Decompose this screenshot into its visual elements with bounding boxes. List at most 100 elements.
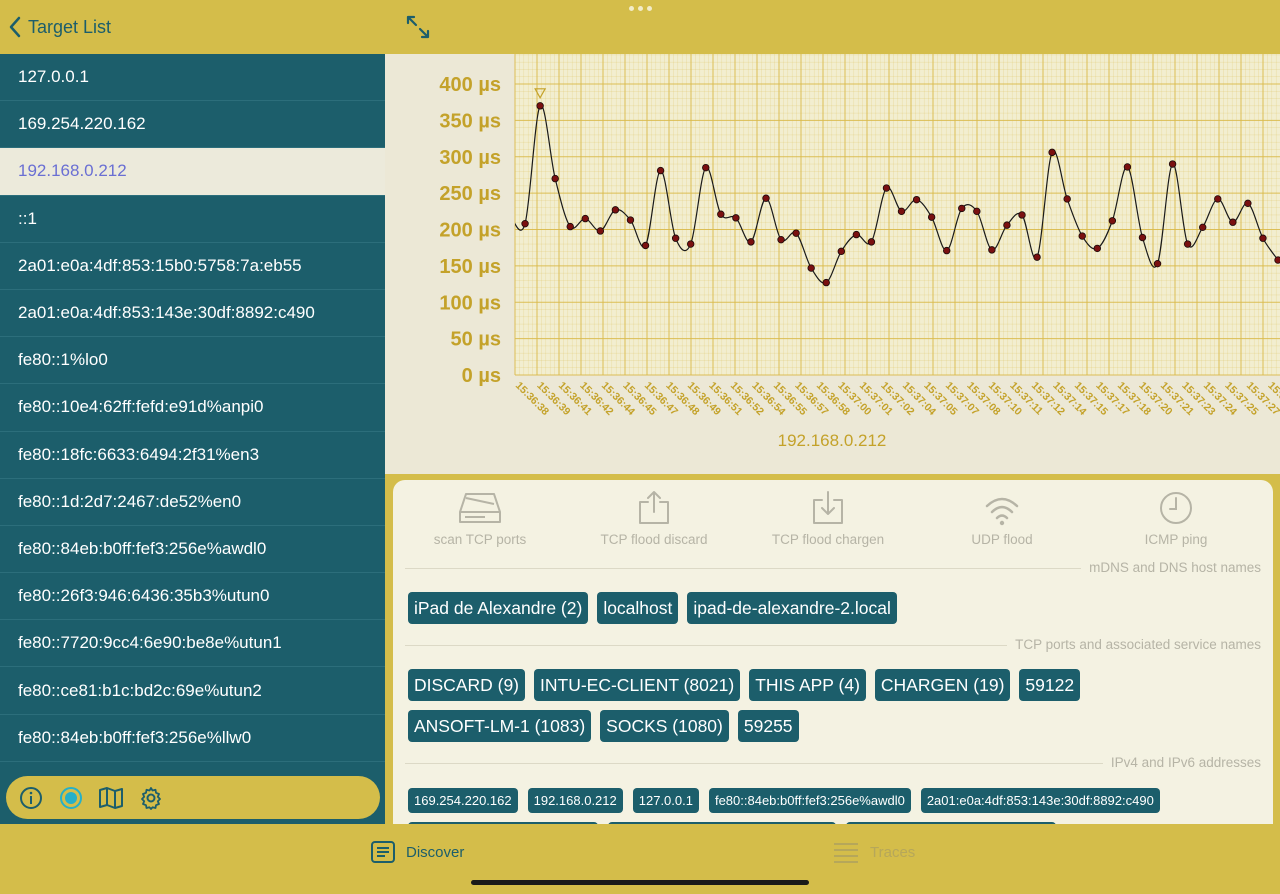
- target-item[interactable]: 127.0.0.1: [0, 54, 385, 102]
- main-header: [385, 0, 1280, 54]
- section-title-tcp: TCP ports and associated service names: [1007, 637, 1261, 652]
- chip[interactable]: fe80::84eb:b0ff:fef3:256e%awdl0: [708, 788, 911, 813]
- data-point: [1033, 253, 1041, 261]
- target-item[interactable]: fe80::1d:2d7:2467:de52%en0: [0, 479, 385, 526]
- data-point: [626, 216, 635, 224]
- data-point: [943, 246, 951, 255]
- data-point: [1048, 148, 1056, 157]
- tab-traces[interactable]: Traces: [832, 840, 915, 864]
- chip[interactable]: 59122: [1019, 669, 1081, 701]
- data-point: [702, 163, 710, 172]
- data-point: [1093, 244, 1101, 253]
- y-tick-label: 400 µs: [439, 74, 501, 96]
- data-point: [958, 204, 966, 213]
- data-point: [566, 222, 574, 231]
- record-icon[interactable]: [58, 785, 84, 811]
- target-item[interactable]: fe80::ce81:b1c:bd2c:69e%utun2: [0, 667, 385, 715]
- data-point: [1259, 234, 1267, 242]
- section-title-dns: mDNS and DNS host names: [1081, 560, 1261, 575]
- target-item[interactable]: fe80::84eb:b0ff:fef3:256e%llw0: [0, 715, 385, 762]
- tcp-flood-chargen-button[interactable]: TCP flood chargen: [741, 488, 915, 548]
- data-point: [988, 246, 996, 254]
- data-point: [596, 227, 605, 235]
- y-tick-label: 300 µs: [439, 147, 501, 169]
- data-point: [641, 241, 650, 250]
- target-item[interactable]: ::1: [0, 196, 385, 243]
- detail-panel: scan TCP ports TCP flood discard TCP flo…: [393, 480, 1273, 824]
- sidebar: 127.0.0.1 169.254.220.162 192.168.0.212::1…: [0, 0, 385, 824]
- scan-tcp-ports-button[interactable]: scan TCP ports: [393, 488, 567, 548]
- discover-icon: [371, 841, 395, 863]
- y-tick-label: 150 µs: [439, 256, 501, 278]
- target-item[interactable]: 2a01:e0a:4df:853:143e:30df:8892:c490: [0, 290, 385, 338]
- clock-icon: [1158, 488, 1194, 526]
- data-point: [973, 207, 981, 216]
- target-item[interactable]: fe80::7720:9cc4:6e90:be8e%utun1: [0, 620, 385, 668]
- chip[interactable]: localhost: [597, 592, 679, 624]
- chip[interactable]: DISCARD (9): [408, 669, 526, 701]
- tcp-flood-discard-button[interactable]: TCP flood discard: [567, 488, 741, 548]
- y-tick-label: 100 µs: [439, 292, 501, 314]
- info-icon[interactable]: [18, 785, 44, 811]
- sidebar-header: Target List: [0, 0, 385, 54]
- action-label: TCP flood chargen: [771, 532, 885, 547]
- action-row: scan TCP ports TCP flood discard TCP flo…: [393, 488, 1273, 548]
- data-point: [1123, 163, 1132, 171]
- data-point: [687, 240, 695, 248]
- map-icon[interactable]: [98, 785, 124, 811]
- data-point: [882, 184, 891, 192]
- download-tray-icon: [810, 488, 846, 526]
- x-axis-title: 192.168.0.212: [778, 431, 887, 450]
- chip[interactable]: 127.0.0.1: [632, 788, 699, 813]
- data-point: [521, 219, 529, 228]
- tab-discover[interactable]: Discover: [370, 840, 464, 864]
- sidebar-toolbar: [6, 776, 380, 819]
- target-item[interactable]: 169.254.220.162: [0, 101, 385, 149]
- data-point: [671, 234, 680, 242]
- chip[interactable]: 192.168.0.212: [527, 788, 623, 813]
- target-item[interactable]: fe80::10e4:62ff:fefd:e91d%anpi0: [0, 384, 385, 432]
- target-item[interactable]: fe80::18fc:6633:6494:2f31%en3: [0, 432, 385, 479]
- chip[interactable]: 59255: [737, 710, 799, 742]
- action-label: ICMP ping: [1144, 532, 1208, 547]
- expand-icon[interactable]: [405, 14, 431, 40]
- chip[interactable]: iPad de Alexandre (2): [408, 592, 589, 624]
- chip[interactable]: 169.254.220.162: [408, 788, 518, 813]
- udp-flood-button[interactable]: UDP flood: [915, 488, 1089, 548]
- chip[interactable]: ANSOFT-LM-1 (1083): [408, 710, 592, 742]
- more-options-icon[interactable]: [629, 6, 653, 16]
- chip[interactable]: CHARGEN (19): [874, 669, 1011, 701]
- wifi-icon: [984, 488, 1020, 526]
- chip[interactable]: SOCKS (1080): [600, 710, 729, 742]
- tcp-ports-row: DISCARD (9) INTU-EC-CLIENT (8021) THIS APP…: [408, 669, 1081, 701]
- tab-label: Traces: [870, 843, 916, 861]
- target-item[interactable]: 2a01:e0a:4df:853:15b0:5758:7a:eb55: [0, 243, 385, 290]
- chip[interactable]: ipad-de-alexandre-2.local: [687, 592, 897, 624]
- data-point: [1063, 195, 1071, 203]
- y-tick-label: 50 µs: [451, 329, 501, 351]
- ip-addresses-row: 169.254.220.162 192.168.0.212 127.0.0.1 fe8…: [408, 788, 1160, 813]
- data-point: [822, 278, 830, 287]
- target-item[interactable]: fe80::84eb:b0ff:fef3:256e%awdl0: [0, 526, 385, 574]
- data-point: [1244, 199, 1252, 208]
- chip[interactable]: 2a01:e0a:4df:853:143e:30df:8892:c490: [920, 788, 1160, 813]
- data-point: [1168, 160, 1177, 168]
- action-label: TCP flood discard: [600, 532, 708, 547]
- data-point: [897, 207, 906, 216]
- data-point: [656, 166, 665, 175]
- icmp-ping-button[interactable]: ICMP ping: [1089, 488, 1263, 548]
- target-item[interactable]: 192.168.0.212: [0, 148, 385, 196]
- chip[interactable]: INTU-EC-CLIENT (8021): [534, 669, 741, 701]
- chip[interactable]: THIS APP (4): [749, 669, 866, 701]
- dns-names-row: iPad de Alexandre (2) localhost ipad-de-al…: [408, 592, 897, 624]
- back-button[interactable]: Target List: [0, 16, 111, 38]
- y-tick-label: 350 µs: [439, 110, 501, 132]
- data-point: [747, 238, 755, 246]
- gear-icon[interactable]: [138, 785, 164, 811]
- data-point: [777, 235, 785, 244]
- latency-chart: 0 µs 50 µs 100 µs 150 µs 200 µs 250 µs 300 µs 3…: [385, 54, 1280, 474]
- target-item[interactable]: fe80::26f3:946:6436:35b3%utun0: [0, 573, 385, 621]
- action-label: scan TCP ports: [433, 532, 527, 547]
- target-item[interactable]: fe80::1%lo0: [0, 337, 385, 385]
- data-point: [927, 213, 936, 221]
